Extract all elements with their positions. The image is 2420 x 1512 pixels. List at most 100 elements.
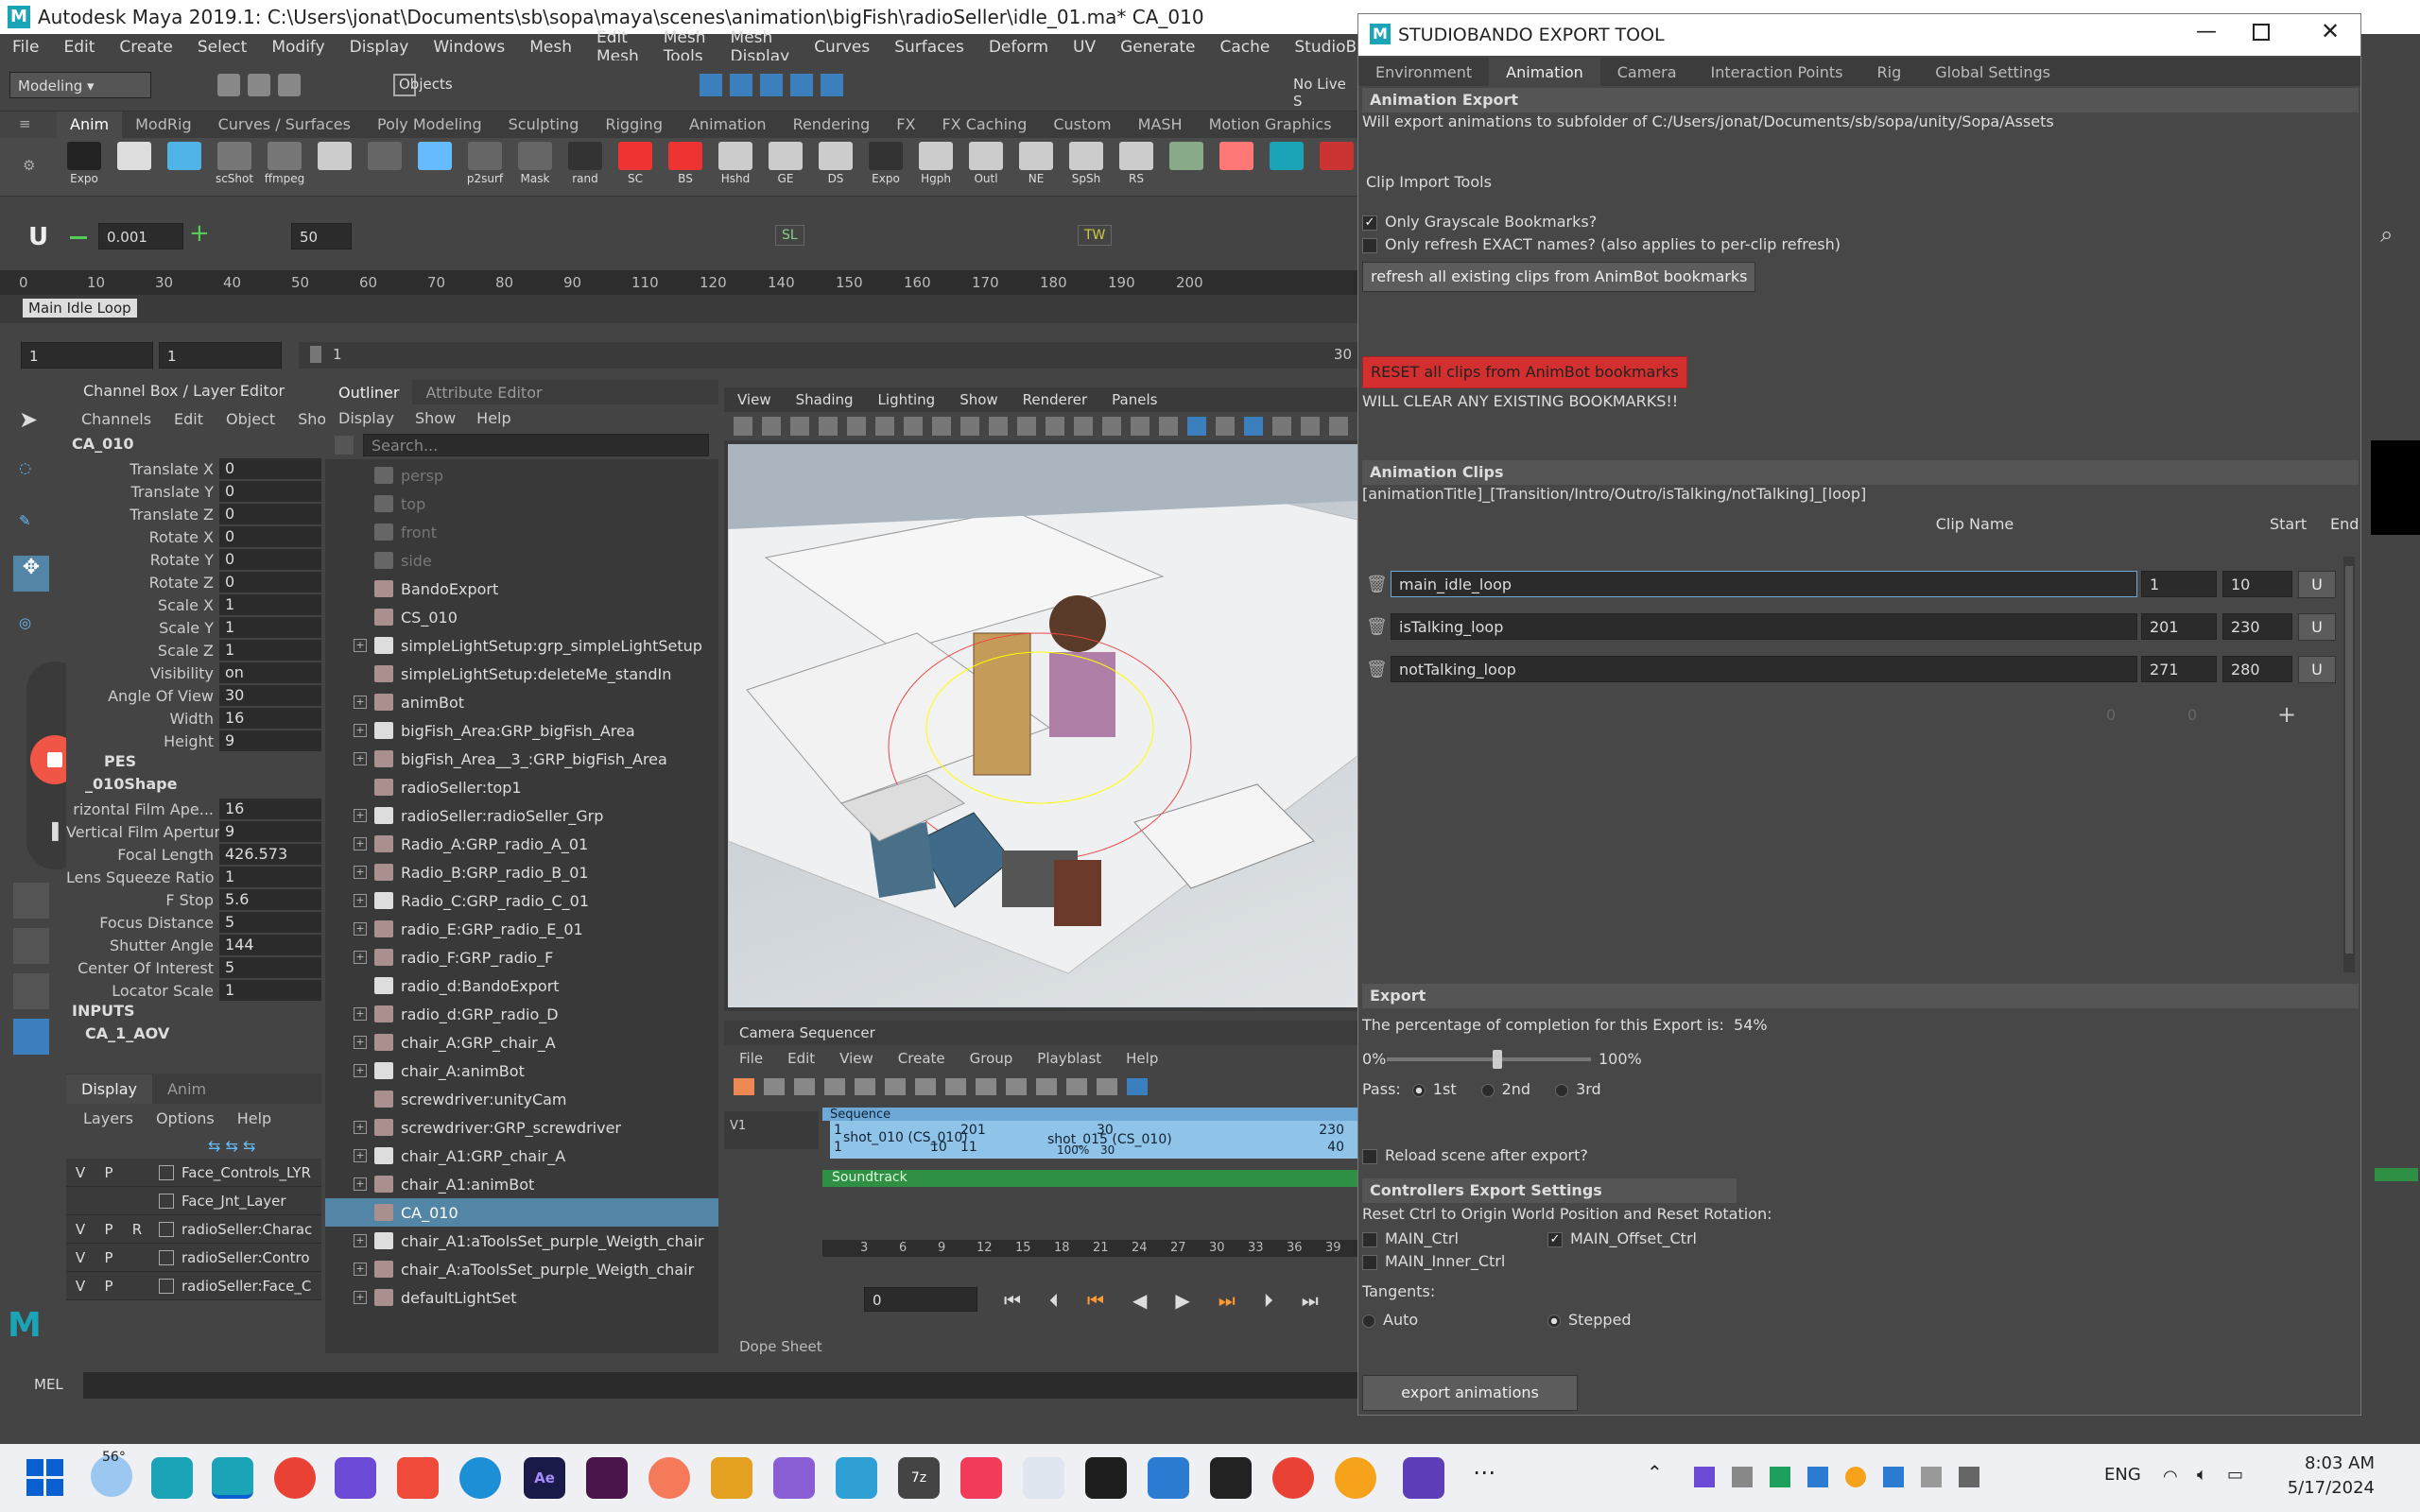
viewport-tool-icon[interactable] bbox=[1272, 417, 1291, 436]
viewport-menu-shading[interactable]: Shading bbox=[796, 391, 854, 408]
expand-icon[interactable]: + bbox=[354, 866, 367, 879]
export-tab-global-settings[interactable]: Global Settings bbox=[1918, 58, 2067, 86]
viewport-tool-icon[interactable] bbox=[1187, 417, 1206, 436]
only-grayscale-checkbox[interactable]: ✓ Only Grayscale Bookmarks? bbox=[1362, 213, 1597, 231]
range-start-field[interactable]: 1 bbox=[21, 342, 153, 369]
outliner-menu-show[interactable]: Show bbox=[415, 409, 456, 427]
shot-track[interactable]: 1 1 shot_010 (CS_010) 10 201 11 30 shot_… bbox=[830, 1121, 1357, 1159]
tray-icon-5[interactable] bbox=[1845, 1467, 1866, 1487]
pass-radio-2nd[interactable]: 2nd bbox=[1480, 1080, 1530, 1098]
outliner-item[interactable]: CA_010 bbox=[325, 1198, 718, 1227]
new-scene-icon[interactable] bbox=[217, 74, 240, 96]
sequencer-menu-view[interactable]: View bbox=[839, 1050, 873, 1067]
paint-tool-icon[interactable]: ✎ bbox=[19, 512, 43, 537]
menu-uv[interactable]: UV bbox=[1061, 38, 1108, 57]
tray-mic-icon[interactable] bbox=[1959, 1467, 1979, 1487]
step-back-icon[interactable]: ⏴ bbox=[1049, 1289, 1059, 1312]
menu-file[interactable]: File bbox=[0, 38, 51, 57]
next-key-icon[interactable]: ⏭ bbox=[1219, 1289, 1236, 1312]
layer-color-swatch[interactable] bbox=[159, 1193, 174, 1209]
viewport-menu-view[interactable]: View bbox=[737, 391, 771, 408]
go-start-icon[interactable]: ⏮ bbox=[1004, 1289, 1021, 1312]
expand-icon[interactable]: + bbox=[354, 696, 367, 709]
frames-field[interactable]: 50 bbox=[291, 223, 352, 249]
viewport-tool-icon[interactable] bbox=[1074, 417, 1093, 436]
time-slider[interactable]: 0 10 30 40 50 60 70 80 90 110 120 140 150 160 170 180 19… bbox=[0, 270, 1357, 323]
viewport-3d-scene[interactable] bbox=[728, 444, 1357, 1007]
layer-p-toggle[interactable]: P bbox=[95, 1221, 123, 1238]
outliner-item[interactable]: + bigFish_Area:GRP_bigFish_Area bbox=[325, 716, 718, 745]
soundtrack-bar[interactable]: Soundtrack bbox=[822, 1170, 1357, 1187]
outliner-item[interactable]: + chair_A1:aToolsSet_purple_Weigth_chair bbox=[325, 1227, 718, 1255]
channel-attr-row[interactable]: Translate X 0 bbox=[66, 457, 321, 480]
minimize-icon[interactable]: — bbox=[2196, 20, 2217, 43]
menu-display[interactable]: Display bbox=[337, 38, 422, 57]
export-tab-interaction-points[interactable]: Interaction Points bbox=[1694, 58, 1860, 86]
shelf-icon-2[interactable] bbox=[163, 142, 206, 193]
outliner-item[interactable]: + defaultLightSet bbox=[325, 1283, 718, 1312]
save-scene-icon[interactable] bbox=[278, 74, 301, 96]
delete-clip-icon[interactable]: 🗑︎ bbox=[1366, 660, 1388, 679]
outliner-item[interactable]: CS_010 bbox=[325, 603, 718, 631]
outliner-item[interactable]: radio_d:BandoExport bbox=[325, 971, 718, 1000]
range-start2-field[interactable]: 1 bbox=[159, 342, 282, 369]
channel-attr-value[interactable]: 1 bbox=[219, 640, 321, 661]
menu-create[interactable]: Create bbox=[107, 38, 185, 57]
channel-attr-row[interactable]: Width 16 bbox=[66, 707, 321, 730]
outliner-menu-help[interactable]: Help bbox=[476, 409, 510, 427]
shelf-icon-13[interactable]: Hshd bbox=[714, 142, 757, 193]
shelf-tab-fx[interactable]: FX bbox=[883, 112, 928, 138]
viewport-tool-icon[interactable] bbox=[932, 417, 951, 436]
channel-attr-value[interactable]: 0 bbox=[219, 504, 321, 524]
windows-start-icon[interactable] bbox=[26, 1459, 64, 1497]
layer-color-swatch[interactable] bbox=[159, 1221, 174, 1237]
objects-selector[interactable]: Objects bbox=[399, 76, 453, 93]
clip-end-input[interactable]: 280 bbox=[2222, 656, 2292, 682]
channel-attr-row[interactable]: Rotate X 0 bbox=[66, 525, 321, 548]
expand-icon[interactable]: + bbox=[354, 837, 367, 850]
shelf-icon-10[interactable]: rand bbox=[563, 142, 607, 193]
app-7zip-icon[interactable]: 7z bbox=[898, 1457, 940, 1499]
battery-icon[interactable]: ▭ bbox=[2227, 1465, 2243, 1485]
channel-attr-value[interactable]: 0 bbox=[219, 549, 321, 570]
empty-end-field[interactable]: 0 bbox=[2179, 701, 2249, 728]
menu-cache[interactable]: Cache bbox=[1208, 38, 1283, 57]
sequencer-tool-icon[interactable] bbox=[915, 1078, 936, 1095]
outliner-item[interactable]: + radio_E:GRP_radio_E_01 bbox=[325, 915, 718, 943]
outliner-item[interactable]: + simpleLightSetup:grp_simpleLightSetup bbox=[325, 631, 718, 660]
viewport-tool-icon[interactable] bbox=[1102, 417, 1121, 436]
clip-name-input[interactable]: main_idle_loop bbox=[1391, 571, 2137, 597]
app-icon-9[interactable] bbox=[648, 1457, 690, 1499]
tray-icon-7[interactable] bbox=[1921, 1467, 1942, 1487]
shelf-icon-0[interactable]: Expo bbox=[62, 142, 106, 193]
tangent-stepped-radio[interactable]: Stepped bbox=[1547, 1311, 1632, 1329]
layer-v-toggle[interactable]: V bbox=[66, 1278, 95, 1295]
shelf-tab-curves-surfaces[interactable]: Curves / Surfaces bbox=[205, 112, 364, 138]
channel-attr-value[interactable]: 1 bbox=[219, 594, 321, 615]
channel-attr-value[interactable]: 30 bbox=[219, 685, 321, 706]
sequencer-tool-icon[interactable] bbox=[1097, 1078, 1117, 1095]
expand-icon[interactable]: + bbox=[354, 951, 367, 964]
channel-attr-value[interactable]: 16 bbox=[219, 799, 321, 819]
minus-icon[interactable] bbox=[70, 236, 87, 239]
shelf-icon-8[interactable]: p2surf bbox=[463, 142, 507, 193]
viewport-tool-icon[interactable] bbox=[1301, 417, 1320, 436]
pass-radio-3rd[interactable]: 3rd bbox=[1555, 1080, 1601, 1098]
open-scene-icon[interactable] bbox=[248, 74, 270, 96]
sequencer-menu-file[interactable]: File bbox=[739, 1050, 763, 1067]
export-animations-button[interactable]: export animations bbox=[1362, 1375, 1578, 1411]
snap-point-icon[interactable] bbox=[760, 74, 783, 96]
expand-icon[interactable]: + bbox=[354, 1036, 367, 1049]
more-apps-icon[interactable]: ⋯ bbox=[1473, 1459, 1495, 1486]
outliner-item[interactable]: + Radio_A:GRP_radio_A_01 bbox=[325, 830, 718, 858]
expand-icon[interactable]: + bbox=[354, 1177, 367, 1191]
sequencer-tool-icon[interactable] bbox=[855, 1078, 875, 1095]
layer-row[interactable]: V PradioSeller:Contro bbox=[66, 1244, 321, 1272]
outliner-item[interactable]: side bbox=[325, 546, 718, 575]
clip-end-input[interactable]: 10 bbox=[2222, 571, 2292, 597]
outliner-item[interactable]: + bigFish_Area__3_:GRP_bigFish_Area bbox=[325, 745, 718, 773]
channel-attr-row[interactable]: Angle Of View 30 bbox=[66, 684, 321, 707]
shelf-tab-poly-modeling[interactable]: Poly Modeling bbox=[364, 112, 495, 138]
app-slack-icon[interactable] bbox=[586, 1457, 628, 1499]
move-tool-icon[interactable]: ✥ bbox=[13, 556, 49, 592]
